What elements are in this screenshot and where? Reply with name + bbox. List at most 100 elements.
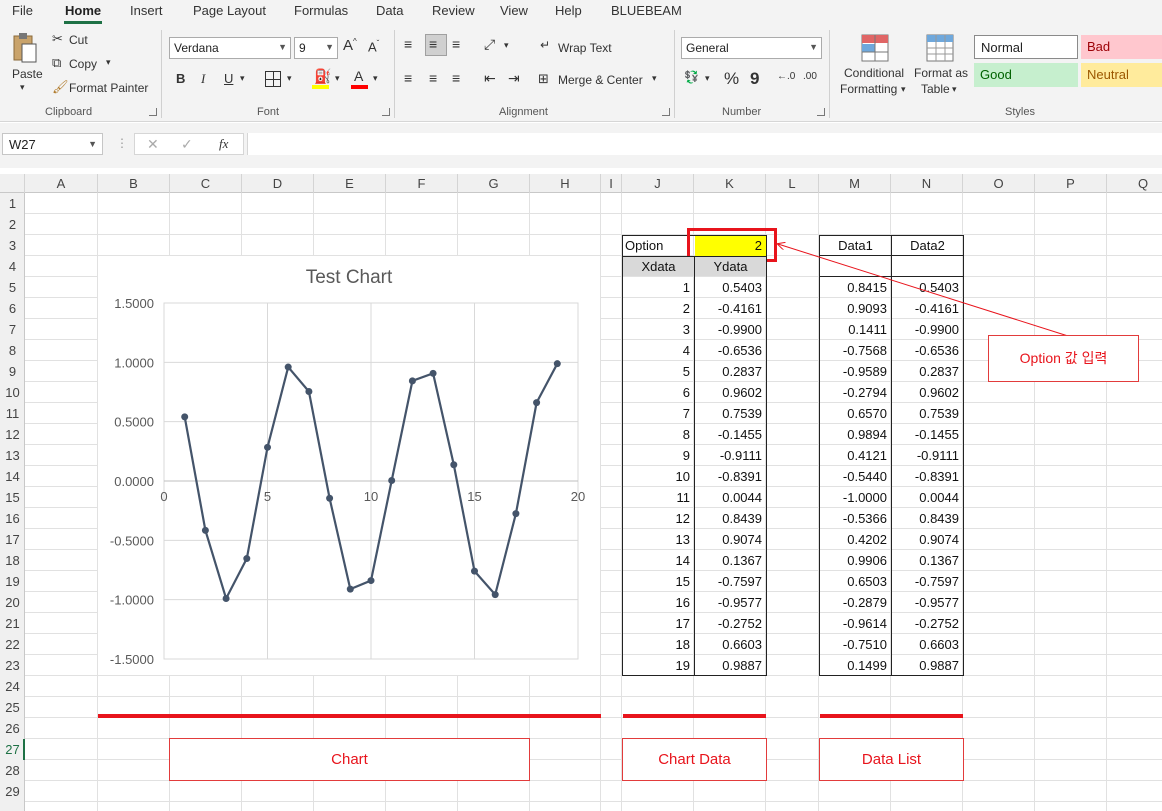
chart-data-header-x: Xdata bbox=[641, 259, 676, 274]
data-list-data1-cell[interactable]: -0.5440 bbox=[820, 469, 891, 484]
x-tick-label: 20 bbox=[571, 489, 585, 504]
grid-hline bbox=[25, 696, 1162, 697]
chart-data-x-cell[interactable]: 12 bbox=[623, 511, 694, 526]
chart-data-x-cell[interactable]: 16 bbox=[623, 595, 694, 610]
data-list-data2-cell[interactable]: -0.7597 bbox=[892, 574, 963, 589]
chart-data-y-cell[interactable]: -0.1455 bbox=[695, 427, 766, 442]
chart-data-x-cell[interactable]: 18 bbox=[623, 637, 694, 652]
data-list-data1-cell[interactable]: -0.2794 bbox=[820, 385, 891, 400]
x-tick-label: 0 bbox=[160, 489, 167, 504]
chart-data-x-cell[interactable]: 11 bbox=[623, 490, 694, 505]
y-tick-label: -1.0000 bbox=[110, 593, 154, 608]
data-list-underline bbox=[820, 714, 963, 718]
data-list-data1-cell[interactable]: 0.1499 bbox=[820, 658, 891, 673]
data-list-data1-cell[interactable]: -0.9589 bbox=[820, 364, 891, 379]
grid-vline bbox=[1106, 193, 1107, 811]
data-list-data1-cell[interactable]: -1.0000 bbox=[820, 490, 891, 505]
data-list-data2-cell[interactable]: -0.2752 bbox=[892, 616, 963, 631]
data-list-data2-cell[interactable]: -0.9577 bbox=[892, 595, 963, 610]
data-list-data1-cell[interactable]: -0.9614 bbox=[820, 616, 891, 631]
chart-data-y-cell[interactable]: 0.2837 bbox=[695, 364, 766, 379]
chart-data-y-cell[interactable]: -0.4161 bbox=[695, 301, 766, 316]
chart-data-y-cell[interactable]: -0.9577 bbox=[695, 595, 766, 610]
data-point bbox=[553, 360, 561, 368]
data-list-data1-cell[interactable]: 0.9906 bbox=[820, 553, 891, 568]
chart-data-y-cell[interactable]: 0.5403 bbox=[695, 280, 766, 295]
data-list-data1-cell[interactable]: 0.9894 bbox=[820, 427, 891, 442]
chart-data-x-cell[interactable]: 19 bbox=[623, 658, 694, 673]
chart-data-y-cell[interactable]: -0.9900 bbox=[695, 322, 766, 337]
data-point bbox=[491, 591, 499, 599]
chart-data-x-cell[interactable]: 4 bbox=[623, 343, 694, 358]
chart-data-x-cell[interactable]: 7 bbox=[623, 406, 694, 421]
data-point bbox=[264, 443, 271, 451]
data-list-data2-cell[interactable]: 0.9887 bbox=[892, 658, 963, 673]
chart-data-y-cell[interactable]: 0.0044 bbox=[695, 490, 766, 505]
data-list-data2-cell[interactable]: -0.1455 bbox=[892, 427, 963, 442]
chart-area[interactable]: Test Chart 1.5000 1.0000 0.5000 0.0000 -0.50… bbox=[98, 256, 600, 675]
chart-data-y-cell[interactable]: 0.7539 bbox=[695, 406, 766, 421]
data-point bbox=[408, 377, 416, 385]
grid-hline bbox=[25, 213, 1162, 214]
chart-underline bbox=[98, 714, 601, 718]
chart-data-x-cell[interactable]: 8 bbox=[623, 427, 694, 442]
chart-data-y-cell[interactable]: 0.9887 bbox=[695, 658, 766, 673]
callout-arrow bbox=[760, 230, 1069, 337]
data-point bbox=[243, 555, 251, 563]
chart-data-x-cell[interactable]: 2 bbox=[623, 301, 694, 316]
data-list-data1-cell[interactable]: -0.5366 bbox=[820, 511, 891, 526]
chart-data-x-cell[interactable]: 3 bbox=[623, 322, 694, 337]
option-label: Option bbox=[625, 238, 664, 253]
chart-data-x-cell[interactable]: 9 bbox=[623, 448, 694, 463]
y-tick-label: -0.5000 bbox=[110, 533, 154, 548]
chart-data-y-cell[interactable]: -0.9111 bbox=[695, 448, 766, 463]
data-list-data1-cell[interactable]: -0.2879 bbox=[820, 595, 891, 610]
chart-data-y-cell[interactable]: -0.2752 bbox=[695, 616, 766, 631]
chart-data-y-cell[interactable]: -0.6536 bbox=[695, 343, 766, 358]
data-list-data1-cell[interactable]: 0.4202 bbox=[820, 532, 891, 547]
data-point bbox=[305, 388, 313, 396]
chart-data-x-cell[interactable]: 5 bbox=[623, 364, 694, 379]
data-list-data2-cell[interactable]: 0.2837 bbox=[892, 364, 963, 379]
chart-data-y-cell[interactable]: 0.8439 bbox=[695, 511, 766, 526]
chart-data-x-cell[interactable]: 1 bbox=[623, 280, 694, 295]
data-list-data2-cell[interactable]: 0.9074 bbox=[892, 532, 963, 547]
chart-svg: Test Chart 1.5000 1.0000 0.5000 0.0000 -0.50… bbox=[110, 267, 585, 667]
chart-data-x-cell[interactable]: 15 bbox=[623, 574, 694, 589]
option-input-callout: Option 값 입력 bbox=[988, 335, 1139, 382]
data-list-data2-cell[interactable]: 0.7539 bbox=[892, 406, 963, 421]
chart-data-x-cell[interactable]: 13 bbox=[623, 532, 694, 547]
data-list-data2-cell[interactable]: -0.8391 bbox=[892, 469, 963, 484]
data-point bbox=[512, 510, 520, 518]
chart-data-y-cell[interactable]: -0.8391 bbox=[695, 469, 766, 484]
chart-data-y-cell[interactable]: -0.7597 bbox=[695, 574, 766, 589]
data-list-label-box: Data List bbox=[819, 738, 964, 781]
y-tick-label: 1.0000 bbox=[114, 355, 154, 370]
chart-data-x-cell[interactable]: 10 bbox=[623, 469, 694, 484]
data-list-data2-cell[interactable]: 0.1367 bbox=[892, 553, 963, 568]
grid-hline bbox=[25, 675, 1162, 676]
chart-data-x-cell[interactable]: 17 bbox=[623, 616, 694, 631]
data-list-data1-cell[interactable]: 0.6570 bbox=[820, 406, 891, 421]
chart-data-y-cell[interactable]: 0.1367 bbox=[695, 553, 766, 568]
data-list-data2-cell[interactable]: 0.6603 bbox=[892, 637, 963, 652]
data-point bbox=[346, 585, 354, 593]
y-tick-label: 0.5000 bbox=[114, 415, 154, 430]
data-list-data1-cell[interactable]: -0.7510 bbox=[820, 637, 891, 652]
chart-data-x-cell[interactable]: 14 bbox=[623, 553, 694, 568]
chart-data-y-cell[interactable]: 0.6603 bbox=[695, 637, 766, 652]
data-point bbox=[471, 567, 478, 575]
data-list-data1-cell[interactable]: 0.4121 bbox=[820, 448, 891, 463]
chart-data-header-y: Ydata bbox=[713, 259, 748, 274]
data-list-data2-cell[interactable]: 0.9602 bbox=[892, 385, 963, 400]
data-list-data2-cell[interactable]: 0.0044 bbox=[892, 490, 963, 505]
chart-data-y-cell[interactable]: 0.9602 bbox=[695, 385, 766, 400]
data-point bbox=[201, 526, 209, 534]
chart-data-x-cell[interactable]: 6 bbox=[623, 385, 694, 400]
data-list-data2-cell[interactable]: 0.8439 bbox=[892, 511, 963, 526]
data-list-data1-cell[interactable]: 0.6503 bbox=[820, 574, 891, 589]
data-point bbox=[450, 461, 458, 469]
chart-data-y-cell[interactable]: 0.9074 bbox=[695, 532, 766, 547]
excel-window: File Home Insert Page Layout Formulas Da… bbox=[0, 0, 1162, 811]
data-list-data2-cell[interactable]: -0.9111 bbox=[892, 448, 963, 463]
